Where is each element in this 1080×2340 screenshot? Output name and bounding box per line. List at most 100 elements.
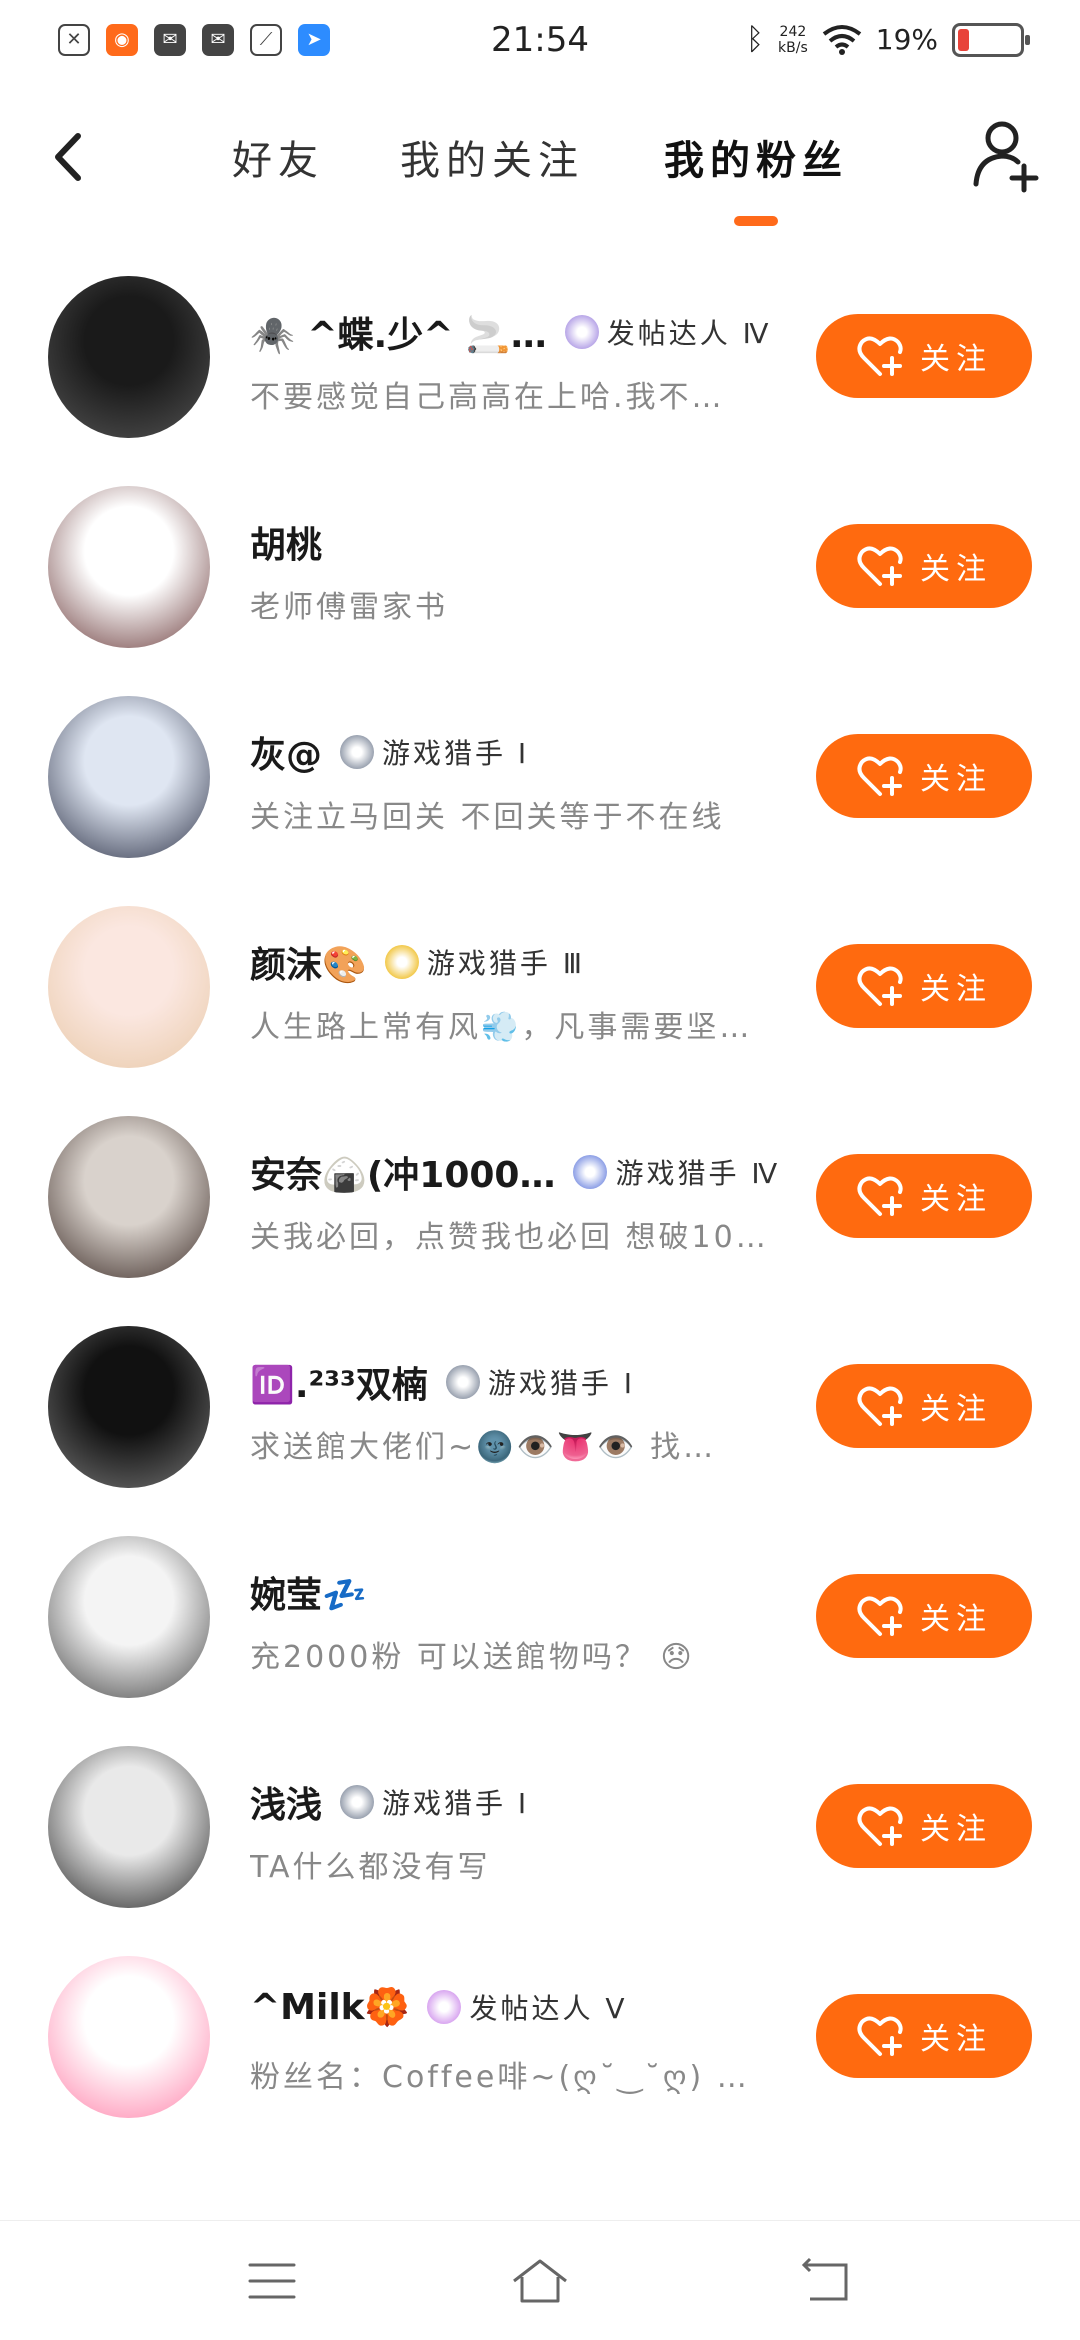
- bluetooth-icon: ᛒ: [746, 22, 765, 57]
- follower-bio: 关我必回，点赞我也必回 想破10…: [250, 1220, 769, 1255]
- badge-icon: [340, 735, 375, 769]
- follower-name[interactable]: 灰@: [250, 726, 322, 778]
- level-badge: 游戏猎手 Ⅳ: [573, 1152, 780, 1192]
- home-button[interactable]: [510, 2251, 570, 2311]
- avatar[interactable]: [48, 1536, 210, 1698]
- level-badge: 游戏猎手 Ⅰ: [445, 1362, 635, 1402]
- follower-bio: TA什么都没有写: [250, 1850, 491, 1885]
- follower-row[interactable]: 灰@ 游戏猎手 Ⅰ 关注立马回关 不回关等于不在线 关注: [0, 690, 1080, 890]
- avatar[interactable]: [48, 276, 210, 438]
- follow-button[interactable]: 关注: [816, 1994, 1032, 2078]
- badge-label: 游戏猎手 Ⅰ: [487, 1367, 635, 1400]
- menu-icon: [248, 2263, 296, 2299]
- avatar[interactable]: [48, 696, 210, 858]
- add-user-icon: [973, 121, 1039, 193]
- wifi-icon: [822, 24, 861, 55]
- badge-label: 游戏猎手 Ⅲ: [426, 947, 586, 980]
- badge-label: 游戏猎手 Ⅰ: [382, 1787, 530, 1820]
- follower-bio: 充2000粉 可以送館物吗？ 😞: [250, 1640, 695, 1675]
- heart-plus-icon: [857, 966, 903, 1006]
- avatar[interactable]: [48, 1116, 210, 1278]
- follower-row[interactable]: 浅浅 游戏猎手 Ⅰ TA什么都没有写 关注: [0, 1740, 1080, 1940]
- follow-button[interactable]: 关注: [816, 1784, 1032, 1868]
- header: 好友 我的关注 我的粉丝: [0, 100, 1080, 230]
- follower-row[interactable]: 婉莹💤 充2000粉 可以送館物吗？ 😞 关注: [0, 1530, 1080, 1730]
- follower-name[interactable]: 婉莹💤: [250, 1566, 367, 1618]
- follower-bio: 关注立马回关 不回关等于不在线: [250, 800, 725, 835]
- badge-label: 发帖达人 Ⅳ: [606, 317, 772, 350]
- follower-name[interactable]: 胡桃: [250, 516, 322, 568]
- follower-list[interactable]: 🕷️ ^蝶.少^ 🚬… 发帖达人 Ⅳ 不要感觉自己高高在上哈.我不… 关注 胡桃…: [0, 270, 1080, 2220]
- heart-plus-icon: [857, 546, 903, 586]
- follower-row[interactable]: 安奈🍙(冲1000… 游戏猎手 Ⅳ 关我必回，点赞我也必回 想破10… 关注: [0, 1110, 1080, 1310]
- active-tab-indicator: [734, 216, 778, 226]
- heart-plus-icon: [857, 756, 903, 796]
- follow-label: 关注: [920, 2022, 992, 2057]
- follow-button[interactable]: 关注: [816, 1154, 1032, 1238]
- level-badge: 发帖达人 Ⅴ: [427, 1987, 627, 2027]
- follow-label: 关注: [920, 972, 992, 1007]
- heart-plus-icon: [857, 2016, 903, 2056]
- follow-label: 关注: [920, 552, 992, 587]
- follower-row[interactable]: 🆔.²³³双楠 游戏猎手 Ⅰ 求送館大佬们~🌚👁️👅👁️ 找… 关注: [0, 1320, 1080, 1520]
- follower-name[interactable]: 🕷️ ^蝶.少^ 🚬…: [250, 306, 547, 358]
- follower-bio: 求送館大佬们~🌚👁️👅👁️ 找…: [250, 1430, 717, 1465]
- follower-row[interactable]: 胡桃 老师傅雷家书 关注: [0, 480, 1080, 680]
- badge-label: 游戏猎手 Ⅰ: [382, 737, 530, 770]
- network-speed: 242 kB/s: [778, 23, 808, 56]
- follower-name[interactable]: 浅浅: [250, 1776, 322, 1828]
- tab-friends[interactable]: 好友: [232, 128, 324, 186]
- follow-label: 关注: [920, 1392, 992, 1427]
- follower-row[interactable]: 颜沫🎨 游戏猎手 Ⅲ 人生路上常有风💨，凡事需要坚… 关注: [0, 900, 1080, 1100]
- badge-icon: [384, 945, 419, 979]
- back-nav-button[interactable]: [796, 2251, 856, 2311]
- follow-button[interactable]: 关注: [816, 1574, 1032, 1658]
- follower-name[interactable]: 🆔.²³³双楠: [250, 1356, 428, 1408]
- badge-icon: [573, 1155, 608, 1189]
- follower-name[interactable]: 安奈🍙(冲1000…: [250, 1146, 555, 1198]
- badge-label: 游戏猎手 Ⅳ: [615, 1157, 781, 1190]
- follow-label: 关注: [920, 1602, 992, 1637]
- badge-icon: [427, 1990, 462, 2024]
- avatar[interactable]: [48, 1746, 210, 1908]
- follow-button[interactable]: 关注: [816, 1364, 1032, 1448]
- add-friend-button[interactable]: [970, 118, 1040, 194]
- tab-followers[interactable]: 我的粉丝: [664, 128, 848, 186]
- level-badge: 游戏猎手 Ⅲ: [384, 942, 586, 982]
- avatar[interactable]: [48, 1956, 210, 2118]
- system-navigation-bar: [0, 2220, 1080, 2340]
- follower-bio: 粉丝名：Coffee啡~(ღ˘‿˘ღ) 有…: [250, 2060, 770, 2095]
- follow-button[interactable]: 关注: [816, 944, 1032, 1028]
- follower-bio: 人生路上常有风💨，凡事需要坚…: [250, 1010, 753, 1045]
- battery-level: [958, 28, 969, 51]
- badge-label: 发帖达人 Ⅴ: [469, 1992, 628, 2025]
- badge-icon: [564, 315, 599, 349]
- status-bar: ✕ ◉ ✉ ✉ ⟋ ➤ 21:54 ᛒ 242 kB/s 19%: [0, 0, 1080, 80]
- follow-label: 关注: [920, 342, 992, 377]
- follower-bio: 不要感觉自己高高在上哈.我不…: [250, 380, 725, 415]
- avatar[interactable]: [48, 486, 210, 648]
- menu-button[interactable]: [242, 2251, 302, 2311]
- follower-name[interactable]: 颜沫🎨: [250, 936, 367, 988]
- heart-plus-icon: [857, 1806, 903, 1846]
- badge-icon: [340, 1785, 375, 1819]
- heart-plus-icon: [857, 1596, 903, 1636]
- follower-name[interactable]: ^Milk🏵️: [250, 1986, 409, 2028]
- follow-button[interactable]: 关注: [816, 314, 1032, 398]
- follow-button[interactable]: 关注: [816, 524, 1032, 608]
- avatar[interactable]: [48, 906, 210, 1068]
- tab-bar: 好友 我的关注 我的粉丝: [0, 100, 1080, 230]
- battery-icon: [952, 22, 1030, 57]
- home-icon: [513, 2259, 567, 2303]
- return-icon: [801, 2257, 848, 2301]
- follow-button[interactable]: 关注: [816, 734, 1032, 818]
- follow-label: 关注: [920, 1182, 992, 1217]
- avatar[interactable]: [48, 1326, 210, 1488]
- follow-label: 关注: [920, 1812, 992, 1847]
- battery-percent: 19%: [875, 23, 938, 56]
- follower-row[interactable]: ^Milk🏵️ 发帖达人 Ⅴ 粉丝名：Coffee啡~(ღ˘‿˘ღ) 有… 关注: [0, 1950, 1080, 2150]
- heart-plus-icon: [857, 1176, 903, 1216]
- tab-following[interactable]: 我的关注: [400, 128, 584, 186]
- level-badge: 发帖达人 Ⅳ: [564, 312, 772, 352]
- follower-row[interactable]: 🕷️ ^蝶.少^ 🚬… 发帖达人 Ⅳ 不要感觉自己高高在上哈.我不… 关注: [0, 270, 1080, 470]
